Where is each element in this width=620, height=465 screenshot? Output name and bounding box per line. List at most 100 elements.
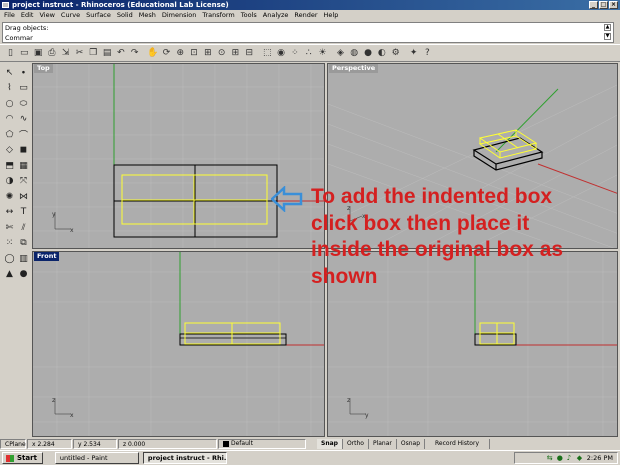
- tools-icon[interactable]: ✦: [407, 47, 420, 60]
- status-ortho-button[interactable]: Ortho: [343, 438, 369, 449]
- zoom-window-icon[interactable]: ⊡: [188, 47, 201, 60]
- open-folder-icon[interactable]: ▭: [18, 47, 31, 60]
- menu-mesh[interactable]: Mesh: [139, 10, 156, 21]
- menu-curve[interactable]: Curve: [61, 10, 80, 21]
- status-layer[interactable]: Default: [218, 438, 306, 449]
- render-icon[interactable]: ●: [17, 268, 30, 281]
- text-icon[interactable]: T: [17, 206, 30, 219]
- ellipse-icon[interactable]: ⬭: [17, 97, 30, 110]
- viewport-label-top[interactable]: Top: [34, 64, 53, 73]
- viewport-front[interactable]: z x Front: [32, 251, 325, 437]
- select-arrow-icon[interactable]: ↖: [3, 66, 16, 79]
- command-input[interactable]: [33, 34, 593, 42]
- redo-icon[interactable]: ↷: [128, 47, 141, 60]
- trim-icon[interactable]: ✄: [3, 221, 16, 234]
- layer-color-swatch: [223, 440, 229, 447]
- status-cplane[interactable]: CPlane: [0, 438, 26, 449]
- material-icon[interactable]: ◐: [375, 47, 388, 60]
- fillet-icon[interactable]: ⌒: [17, 128, 30, 141]
- rectangle-icon[interactable]: ▭: [17, 82, 30, 95]
- status-osnap-button[interactable]: Osnap: [397, 438, 426, 449]
- axis-label-y: y: [52, 211, 56, 218]
- zoom-selected-icon[interactable]: ⊙: [215, 47, 228, 60]
- network-icon[interactable]: ⇆: [547, 454, 554, 462]
- pan-icon[interactable]: ✋: [146, 47, 159, 60]
- tray-app-icon[interactable]: ●: [557, 454, 564, 462]
- paste-icon[interactable]: ▤: [101, 47, 114, 60]
- polyline-icon[interactable]: ⌇: [3, 82, 16, 95]
- task-rhino[interactable]: project instruct - Rhi...: [142, 452, 227, 464]
- scroll-up-icon[interactable]: ▲: [604, 24, 611, 31]
- volume-icon[interactable]: ♪: [567, 454, 574, 462]
- array-icon[interactable]: ⁙: [3, 237, 16, 250]
- rotate-view-icon[interactable]: ⟳: [160, 47, 173, 60]
- object-properties-icon[interactable]: ◍: [348, 47, 361, 60]
- options-icon[interactable]: ⚙: [389, 47, 402, 60]
- solid-box-icon[interactable]: ◼: [17, 144, 30, 157]
- transform-icon[interactable]: ⤧: [17, 175, 30, 188]
- start-button[interactable]: Start: [2, 452, 43, 464]
- dimension-icon[interactable]: ↔: [3, 206, 16, 219]
- curve-icon[interactable]: ∿: [17, 113, 30, 126]
- save-icon[interactable]: ▣: [32, 47, 45, 60]
- explode-icon[interactable]: ✺: [3, 190, 16, 203]
- menu-edit[interactable]: Edit: [21, 10, 34, 21]
- menu-view[interactable]: View: [39, 10, 54, 21]
- extrude-icon[interactable]: ⬒: [3, 159, 16, 172]
- viewport-label-perspective[interactable]: Perspective: [329, 64, 379, 73]
- cut-icon[interactable]: ✂: [73, 47, 86, 60]
- menu-dimension[interactable]: Dimension: [162, 10, 197, 21]
- help-icon[interactable]: ?: [421, 47, 434, 60]
- polygon-icon[interactable]: ⬠: [3, 128, 16, 141]
- menu-analyze[interactable]: Analyze: [263, 10, 289, 21]
- print-icon[interactable]: ⎙: [45, 47, 58, 60]
- zoom-extents-icon[interactable]: ⊞: [201, 47, 214, 60]
- close-button[interactable]: ×: [609, 1, 618, 9]
- status-record-history-button[interactable]: Record History: [425, 438, 490, 449]
- zoom-dynamic-icon[interactable]: ⊕: [174, 47, 187, 60]
- task-paint[interactable]: untitled - Paint: [54, 452, 139, 464]
- undo-icon[interactable]: ↶: [114, 47, 127, 60]
- grid-lines: [33, 64, 324, 248]
- cplane-icon[interactable]: ⊟: [243, 47, 256, 60]
- menu-transform[interactable]: Transform: [202, 10, 234, 21]
- top-viewport-canvas: y x: [33, 64, 324, 248]
- menu-tools[interactable]: Tools: [241, 10, 257, 21]
- toggle-points-icon[interactable]: ∴: [302, 47, 315, 60]
- analyze-icon[interactable]: ▲: [3, 268, 16, 281]
- menu-surface[interactable]: Surface: [86, 10, 111, 21]
- light-icon[interactable]: ☀: [316, 47, 329, 60]
- viewport-label-front[interactable]: Front: [34, 252, 60, 261]
- minimize-button[interactable]: _: [589, 1, 598, 9]
- status-snap-button[interactable]: Snap: [317, 438, 343, 449]
- circle-icon[interactable]: ○: [3, 97, 16, 110]
- menu-solid[interactable]: Solid: [117, 10, 133, 21]
- menu-render[interactable]: Render: [294, 10, 317, 21]
- copy-icon[interactable]: ❐: [87, 47, 100, 60]
- status-planar-button[interactable]: Planar: [369, 438, 397, 449]
- point-icon[interactable]: ∙: [17, 66, 30, 79]
- menu-help[interactable]: Help: [324, 10, 339, 21]
- set-view-icon[interactable]: ⬚: [261, 47, 274, 60]
- split-icon[interactable]: ⫽: [17, 221, 30, 234]
- scroll-down-icon[interactable]: ▼: [604, 33, 611, 40]
- security-icon[interactable]: ◆: [577, 454, 584, 462]
- viewport-top[interactable]: y x Top: [32, 63, 325, 249]
- arc-icon[interactable]: ◠: [3, 113, 16, 126]
- join-icon[interactable]: ⋈: [17, 190, 30, 203]
- new-file-icon[interactable]: ▯: [4, 47, 17, 60]
- boolean-icon[interactable]: ◑: [3, 175, 16, 188]
- menu-file[interactable]: File: [4, 10, 15, 21]
- maximize-button[interactable]: □: [599, 1, 608, 9]
- select-points-icon[interactable]: ⁘: [288, 47, 301, 60]
- 4-views-icon[interactable]: ⊞: [229, 47, 242, 60]
- sphere-icon[interactable]: ◯: [3, 252, 16, 265]
- render-icon[interactable]: ●: [362, 47, 375, 60]
- layer-icon[interactable]: ◈: [334, 47, 347, 60]
- cylinder-icon[interactable]: ▥: [17, 252, 30, 265]
- mesh-icon[interactable]: ▦: [17, 159, 30, 172]
- display-mode-icon[interactable]: ◉: [275, 47, 288, 60]
- import-icon[interactable]: ⇲: [59, 47, 72, 60]
- group-icon[interactable]: ⧉: [17, 237, 30, 250]
- surface-icon[interactable]: ◇: [3, 144, 16, 157]
